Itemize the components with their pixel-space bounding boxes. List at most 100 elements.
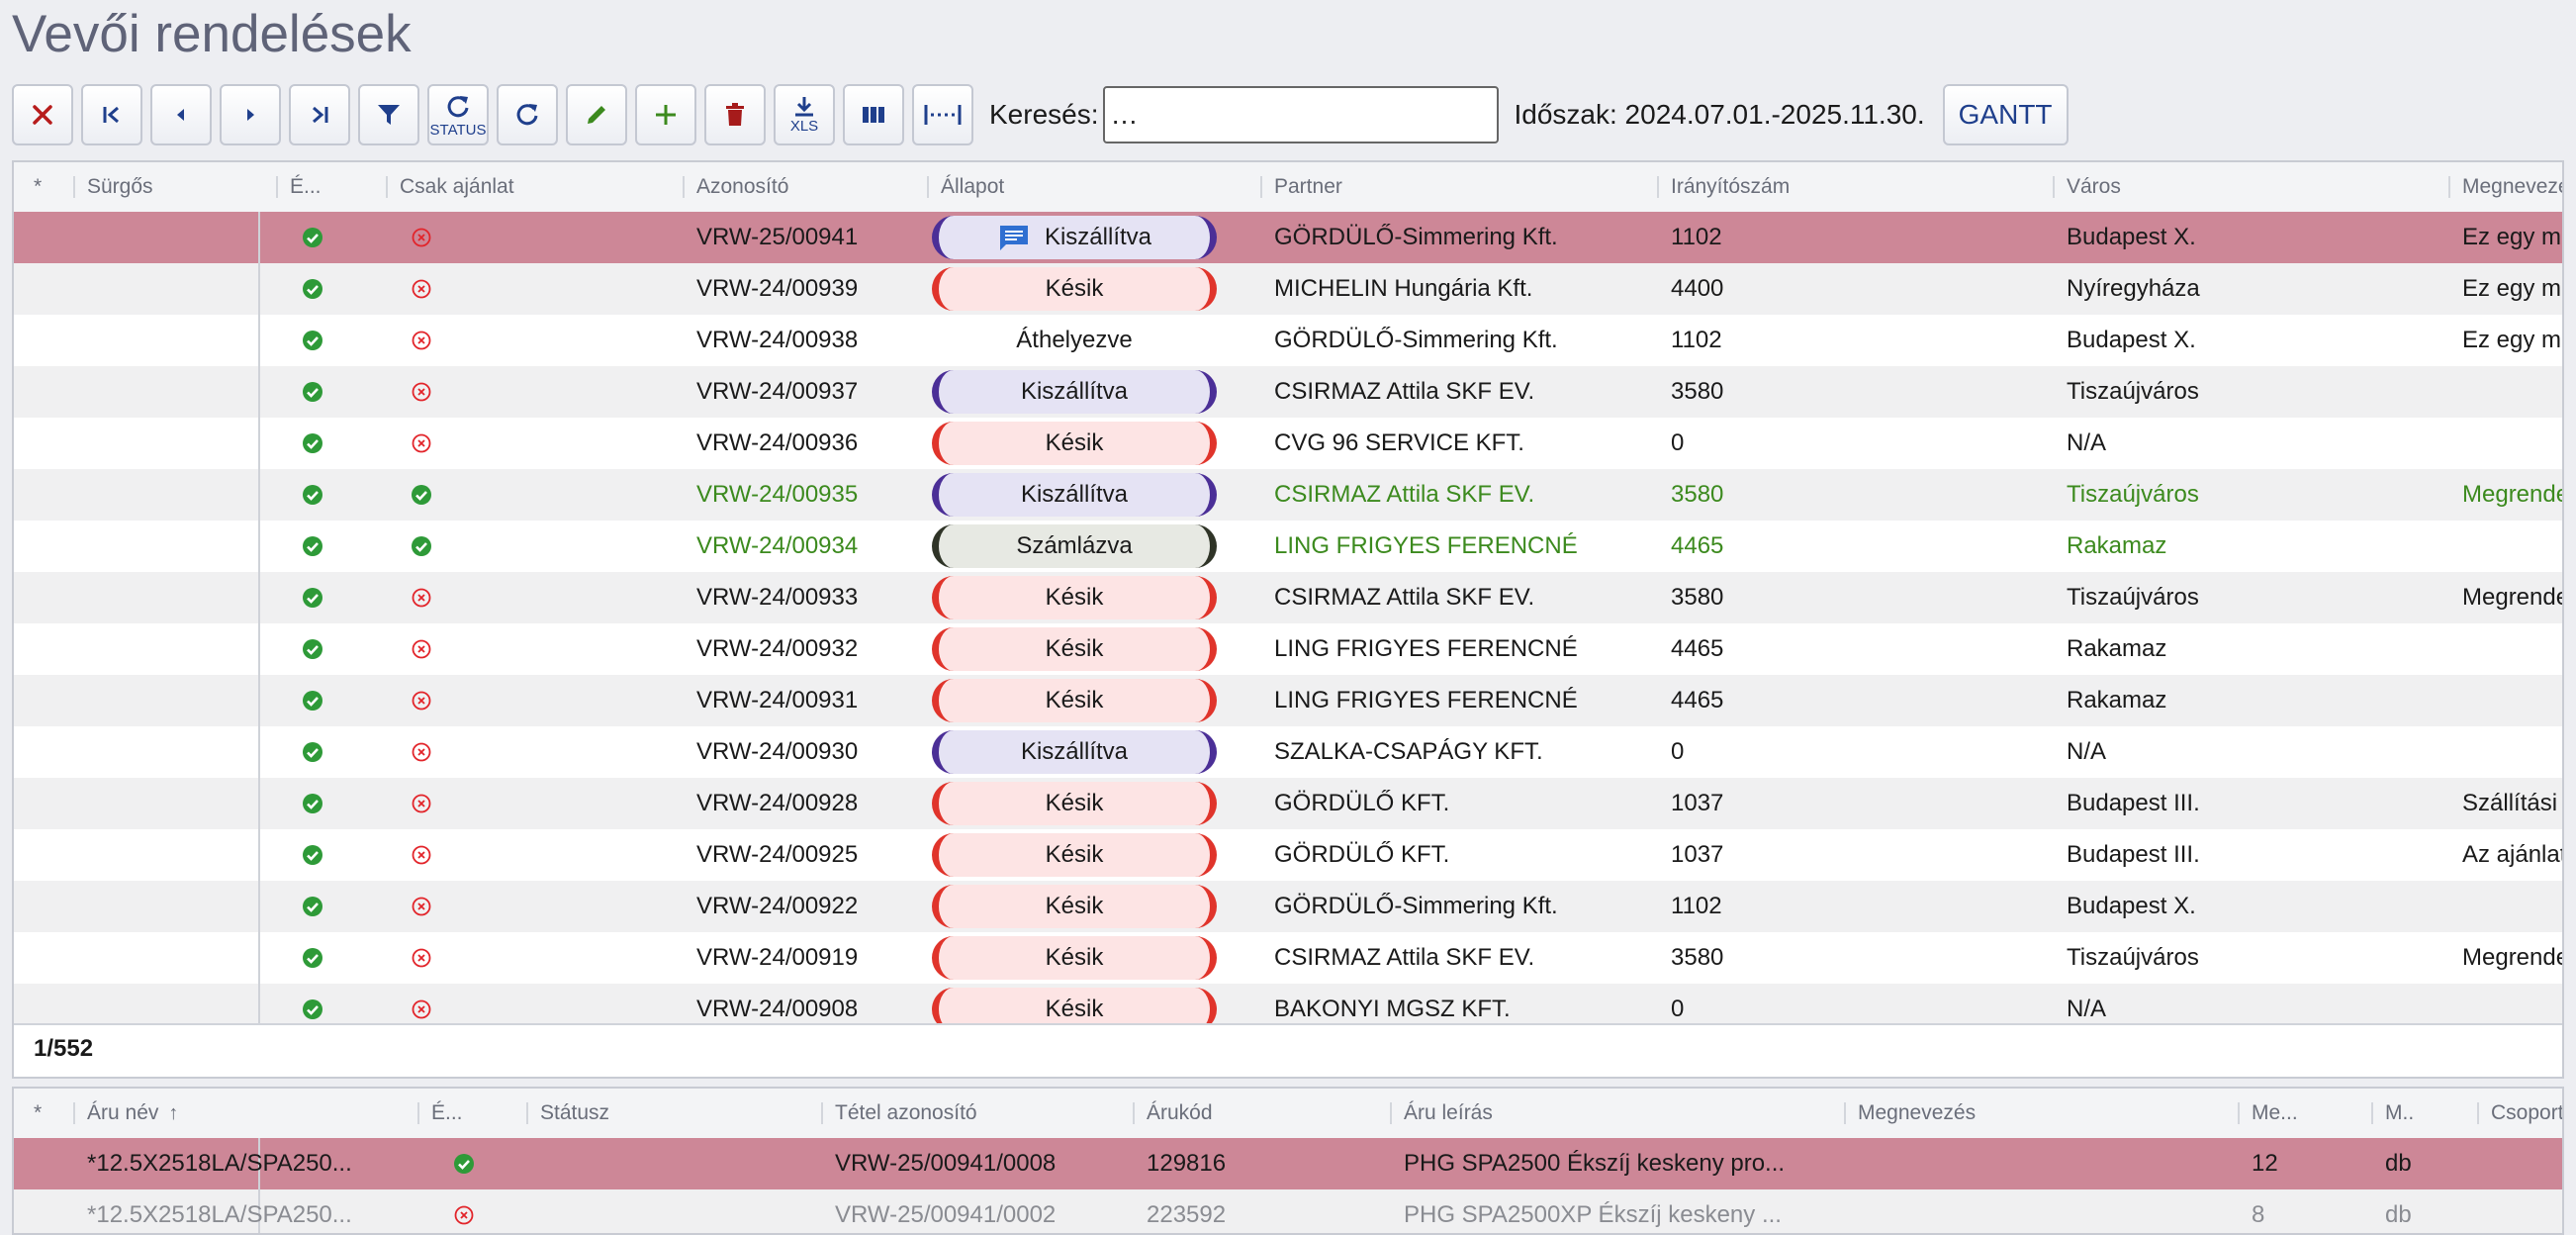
table-row[interactable]: VRW-24/00932 Késik LING FRIGYES FERENCNÉ 44… (14, 623, 2562, 676)
check-icon (288, 726, 337, 778)
download-icon (789, 96, 819, 118)
column-separator[interactable] (417, 1102, 419, 1124)
status-refresh-button[interactable]: STATUS (427, 84, 489, 145)
add-button[interactable] (635, 84, 696, 145)
table-row[interactable]: VRW-24/00934 Számlázva LING FRIGYES FERENC… (14, 521, 2562, 573)
column-separator[interactable] (2477, 1102, 2479, 1124)
column-separator[interactable] (2053, 176, 2055, 198)
table-row[interactable]: VRW-24/00935 Kiszállítva CSIRMAZ Attila SK… (14, 469, 2562, 522)
column-header[interactable]: * (22, 1089, 61, 1138)
edit-button[interactable] (566, 84, 627, 145)
table-row[interactable]: VRW-24/00922 Késik GÖRDÜLŐ-Simmering Kft. 1… (14, 881, 2562, 933)
table-row[interactable]: *12.5X2518LA/SPA250... VRW-25/00941/0002 2… (14, 1189, 2562, 1233)
column-header-label: Áru leírás (1404, 1101, 1493, 1124)
city: Rakamaz (2067, 687, 2167, 713)
status-text: Késik (1045, 584, 1104, 611)
column-header[interactable]: É... (278, 162, 367, 212)
city: Budapest X. (2067, 224, 2196, 250)
column-header[interactable]: Árukód (1135, 1089, 1382, 1138)
frozen-column-divider (258, 675, 260, 726)
table-row[interactable]: *12.5X2518LA/SPA250... VRW-25/00941/0008 1… (14, 1138, 2562, 1190)
check-icon (288, 778, 337, 829)
partner-name: LING FRIGYES FERENCNÉ (1274, 532, 1578, 559)
search-input[interactable] (1102, 86, 1499, 143)
column-width-button[interactable] (912, 84, 973, 145)
column-header[interactable]: Megnevezés (1846, 1089, 2232, 1138)
column-header[interactable]: É... (419, 1089, 528, 1138)
column-separator[interactable] (526, 1102, 528, 1124)
column-separator[interactable] (1657, 176, 1659, 198)
column-separator[interactable] (2238, 1102, 2240, 1124)
column-header[interactable]: Azonosító (685, 162, 912, 212)
search-label: Keresés: (989, 99, 1099, 130)
table-row[interactable]: VRW-24/00936 Késik CVG 96 SERVICE KFT. 0 N/A (14, 418, 2562, 470)
table-row[interactable]: VRW-24/00939 Késik MICHELIN Hungária Kft. 4… (14, 263, 2562, 316)
column-header[interactable]: Csoport (2479, 1089, 2562, 1138)
column-separator[interactable] (73, 176, 75, 198)
first-record-button[interactable] (81, 84, 142, 145)
column-separator[interactable] (683, 176, 685, 198)
table-row[interactable]: VRW-24/00928 Késik GÖRDÜLŐ KFT. 1037 Budapes… (14, 778, 2562, 830)
last-record-button[interactable] (289, 84, 350, 145)
next-record-button[interactable] (220, 84, 281, 145)
filter-button[interactable] (358, 84, 419, 145)
column-header[interactable]: Megnevezés (2450, 162, 2562, 212)
order-id: VRW-24/00931 (696, 687, 859, 713)
column-header[interactable]: Sürgős (75, 162, 263, 212)
column-separator[interactable] (2371, 1102, 2373, 1124)
table-row[interactable]: VRW-25/00941 Kiszállítva GÖRDÜLŐ-Simmering… (14, 212, 2562, 264)
column-header[interactable]: Partner (1262, 162, 1638, 212)
city: Tiszaújváros (2067, 378, 2199, 405)
column-separator[interactable] (1390, 1102, 1392, 1124)
column-header[interactable]: Irányítószám (1659, 162, 2035, 212)
partner-name: GÖRDÜLŐ KFT. (1274, 790, 1450, 816)
column-header-label: Státusz (540, 1101, 610, 1124)
order-id: VRW-24/00919 (696, 944, 859, 971)
item-title (1846, 1138, 2232, 1189)
delete-button[interactable] (704, 84, 766, 145)
column-separator[interactable] (1260, 176, 1262, 198)
zip-code: 3580 (1671, 481, 1724, 508)
table-row[interactable]: VRW-24/00919 Késik CSIRMAZ Attila SKF EV. 3… (14, 932, 2562, 985)
column-header[interactable]: Státusz (528, 1089, 815, 1138)
column-header[interactable]: Tétel azonosító (823, 1089, 1130, 1138)
column-separator[interactable] (386, 176, 388, 198)
table-row[interactable]: VRW-24/00937 Kiszállítva CSIRMAZ Attila SK… (14, 366, 2562, 419)
check-icon (288, 623, 337, 675)
status-badge: Késik (932, 885, 1217, 928)
column-header[interactable]: Város (2055, 162, 2431, 212)
order-note (2450, 675, 2562, 726)
column-header[interactable]: Csak ajánlat (388, 162, 665, 212)
column-header[interactable]: * (22, 162, 61, 212)
close-button[interactable] (12, 84, 73, 145)
column-separator[interactable] (73, 1102, 75, 1124)
item-line-id: VRW-25/00941/0008 (835, 1150, 1057, 1177)
column-separator[interactable] (821, 1102, 823, 1124)
table-row[interactable]: VRW-24/00933 Késik CSIRMAZ Attila SKF EV. 3… (14, 572, 2562, 624)
gantt-button[interactable]: GANTT (1942, 84, 2069, 145)
columns-button[interactable] (843, 84, 904, 145)
table-row[interactable]: VRW-24/00938 Áthelyezve GÖRDÜLŐ-Simmering … (14, 315, 2562, 367)
column-separator[interactable] (1844, 1102, 1846, 1124)
column-header-label: Csak ajánlat (400, 175, 514, 198)
table-row[interactable]: VRW-24/00931 Késik LING FRIGYES FERENCNÉ 44… (14, 675, 2562, 727)
refresh-button[interactable] (497, 84, 558, 145)
column-separator[interactable] (2448, 176, 2450, 198)
status-badge: Késik (932, 936, 1217, 980)
column-separator[interactable] (927, 176, 929, 198)
column-separator[interactable] (276, 176, 278, 198)
table-row[interactable]: VRW-24/00925 Késik GÖRDÜLŐ KFT. 1037 Budapes… (14, 829, 2562, 882)
column-header[interactable]: Áru leírás (1392, 1089, 1837, 1138)
column-header[interactable]: Me... (2240, 1089, 2368, 1138)
column-header[interactable]: Áru név ↑ (75, 1089, 412, 1138)
table-row[interactable]: VRW-24/00930 Kiszállítva SZALKA-CSAPÁGY KF… (14, 726, 2562, 779)
previous-record-button[interactable] (150, 84, 212, 145)
zip-code: 1102 (1671, 893, 1722, 919)
column-separator[interactable] (1133, 1102, 1135, 1124)
column-header[interactable]: M.. (2373, 1089, 2472, 1138)
column-header[interactable]: Állapot (929, 162, 1245, 212)
export-xls-button[interactable]: XLS (774, 84, 835, 145)
order-id: VRW-24/00939 (696, 275, 859, 302)
status-badge: Kiszállítva (932, 216, 1217, 259)
zip-code: 4465 (1671, 687, 1724, 713)
